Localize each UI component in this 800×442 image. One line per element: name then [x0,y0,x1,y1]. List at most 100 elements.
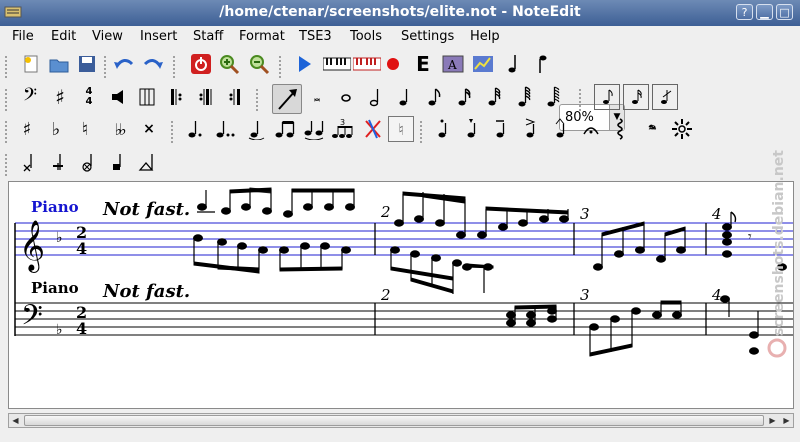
acciaccatura-icon[interactable] [652,84,678,110]
beam-icon[interactable] [272,116,298,142]
triangle-head-note-icon[interactable] [134,149,160,175]
scroll-thumb[interactable] [24,415,764,426]
menu-staff[interactable]: Staff [193,29,223,44]
natural-icon[interactable]: ♮ [72,116,98,142]
scroll-left-icon[interactable]: ◀ [9,414,22,427]
score-canvas[interactable]: Piano Not fast. 𝄞 ♭ 2 4 2 3 4 𝄾 Piano No… [8,181,794,409]
edit-mode-icon[interactable]: E [410,51,436,77]
text-style-icon[interactable]: A [440,51,466,77]
horizontal-scrollbar[interactable]: ◀ ▶ ▶ [8,413,794,428]
stem-down-icon[interactable] [529,51,555,77]
repeat-close-icon[interactable] [222,84,248,110]
undo-icon[interactable] [111,51,137,77]
whole-note-icon[interactable] [333,84,359,110]
staccatissimo-icon[interactable] [459,116,485,142]
dotted-note-icon[interactable] [182,116,208,142]
menu-format[interactable]: Format [239,29,285,44]
pedal-release-icon[interactable] [669,116,695,142]
eighth-note-icon[interactable] [421,84,447,110]
grace-eighth-icon[interactable] [594,84,620,110]
maximize-button[interactable]: □ [776,4,793,20]
menu-tools[interactable]: Tools [350,29,382,44]
select-arrow-icon[interactable] [272,84,302,114]
menu-settings[interactable]: Settings [401,29,454,44]
minimize-button[interactable]: ▁ [756,4,773,20]
zoom-out-icon[interactable] [246,51,272,77]
menu-tse3[interactable]: TSE3 [299,29,332,44]
breve-note-icon[interactable]: 𝅜 [304,84,330,110]
tie-note-icon[interactable] [243,116,269,142]
pedal-icon[interactable]: 𝆮 [638,116,664,142]
sharp-key-icon[interactable]: ♯ [47,84,73,110]
staccato-icon[interactable] [430,116,456,142]
repeat-open-icon[interactable] [163,84,189,110]
tenuto-icon[interactable] [488,116,514,142]
cross-bar-note-icon[interactable] [45,149,71,175]
menu-file[interactable]: File [12,29,34,44]
staff-2-name[interactable]: Piano [31,279,79,297]
time-signature-icon[interactable]: 44 [76,84,102,110]
scroll-end-icon[interactable]: ▶ [780,414,793,427]
staff-1-name[interactable]: Piano [31,198,79,216]
record-keyboard-icon[interactable] [352,51,382,77]
menu-edit[interactable]: Edit [51,29,76,44]
staff-1-time-bottom[interactable]: 4 [76,239,87,258]
natural-box-icon[interactable]: ♮ [388,116,414,142]
circle-cross-note-icon[interactable] [75,149,101,175]
bass-clef-icon[interactable]: 𝄢 [17,84,43,110]
staff-1-notes[interactable]: 𝄾 [193,187,787,294]
record-icon[interactable] [380,51,406,77]
staff-2-time-bottom[interactable]: 4 [76,319,87,338]
triplet-icon[interactable]: 3 [330,116,356,142]
thirty-second-note-icon[interactable] [481,84,507,110]
volume-icon[interactable] [105,84,131,110]
toolbar-grip[interactable] [4,88,8,112]
chart-icon[interactable] [470,51,496,77]
cross-head-note-icon[interactable] [16,149,42,175]
menu-help[interactable]: Help [470,29,500,44]
sforzato-icon[interactable] [518,116,544,142]
toolbar-grip[interactable] [4,153,8,177]
half-note-icon[interactable] [362,84,388,110]
keyboard-icon[interactable] [322,51,352,77]
stop-icon[interactable] [188,51,214,77]
double-flat-icon[interactable]: ♭♭ [106,116,132,142]
help-window-button[interactable]: ? [736,4,753,20]
accent-icon[interactable] [548,116,574,142]
staff-2-key-flat[interactable]: ♭ [56,322,63,338]
menu-view[interactable]: View [92,29,123,44]
slur-icon[interactable] [301,116,327,142]
fermata-icon[interactable] [578,116,604,142]
zoom-in-icon[interactable] [216,51,242,77]
sixteenth-note-icon[interactable] [451,84,477,110]
quarter-note-icon[interactable] [391,84,417,110]
sharp-icon[interactable]: ♯ [14,116,40,142]
score-sheet[interactable]: Piano Not fast. 𝄞 ♭ 2 4 2 3 4 𝄾 Piano No… [9,182,794,409]
rect-head-note-icon[interactable] [105,149,131,175]
new-file-icon[interactable] [18,51,44,77]
grace-sixteenth-icon[interactable] [623,84,649,110]
staff-1-tempo[interactable]: Not fast. [102,199,190,220]
stem-up-icon[interactable] [500,51,526,77]
hide-rest-icon[interactable] [360,116,386,142]
double-sharp-icon[interactable]: × [136,116,162,142]
staff-2-tempo[interactable]: Not fast. [102,281,190,302]
staff-1-key-flat[interactable]: ♭ [56,230,63,246]
treble-clef[interactable]: 𝄞 [19,220,45,273]
save-icon[interactable] [74,51,100,77]
staff-2-notes[interactable] [506,295,759,357]
bar-line-icon[interactable] [134,84,160,110]
bass-clef[interactable]: 𝄢 [21,299,43,339]
redo-icon[interactable] [140,51,166,77]
repeat-both-icon[interactable] [193,84,219,110]
one-twenty-eighth-note-icon[interactable] [540,84,566,110]
flat-icon[interactable]: ♭ [43,116,69,142]
toolbar-grip[interactable] [4,120,8,144]
sixty-fourth-note-icon[interactable] [511,84,537,110]
double-dotted-note-icon[interactable] [211,116,241,142]
menu-insert[interactable]: Insert [140,29,177,44]
arpeggio-icon[interactable] [607,116,633,142]
play-icon[interactable] [291,51,317,77]
open-folder-icon[interactable] [46,51,72,77]
toolbar-grip[interactable] [4,55,8,79]
